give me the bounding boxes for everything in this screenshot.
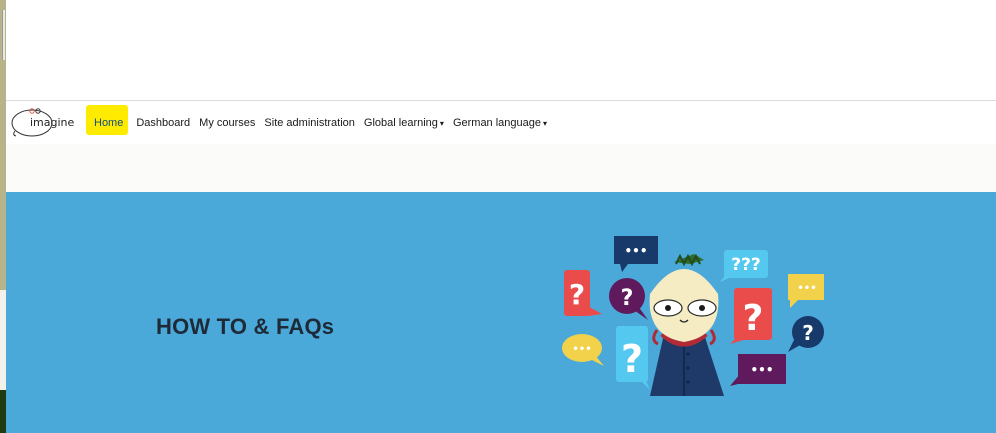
nav-item-site-administration[interactable]: Site administration (264, 117, 355, 129)
mascot-character (649, 253, 724, 396)
svg-text:?: ? (743, 298, 764, 339)
faq-illustration: ••• ??? ? ? ••• ? ? ••• ? ••• (562, 236, 824, 396)
speech-bubble-icon: ••• (562, 334, 604, 366)
navbar: imagine Home Dashboard My courses Site a… (6, 100, 996, 159)
chevron-down-icon: ▾ (543, 119, 548, 128)
question-bubble-icon: ? (609, 278, 648, 320)
svg-text:?: ? (802, 321, 814, 345)
chevron-down-icon: ▾ (439, 119, 444, 128)
primary-navigation: Home Dashboard My courses Site administr… (86, 101, 547, 159)
svg-text:?: ? (621, 337, 643, 381)
svg-text:•••: ••• (624, 244, 647, 258)
top-blank-area (6, 0, 996, 100)
logo-text: imagine (30, 116, 75, 129)
nav-item-label: German language (452, 117, 541, 129)
nav-item-my-courses[interactable]: My courses (199, 117, 255, 129)
nav-item-home[interactable]: Home (86, 105, 128, 159)
question-bubble-icon: ? (564, 270, 602, 316)
nav-item-dashboard[interactable]: Dashboard (136, 117, 190, 129)
speech-bubble-icon: ??? (720, 250, 768, 282)
nav-item-german-language[interactable]: German language ▾ (453, 117, 547, 129)
question-bubble-icon: ? (730, 288, 772, 344)
question-bubble-icon: ? (616, 326, 650, 390)
question-bubble-icon: ? (788, 316, 824, 352)
svg-text:?: ? (621, 286, 634, 311)
nav-item-label: My courses (199, 117, 256, 129)
svg-text:•••: ••• (750, 363, 773, 377)
page-title: HOW TO & FAQs (156, 314, 335, 339)
speech-bubble-icon: ••• (614, 236, 658, 272)
nav-item-label: Dashboard (136, 117, 191, 129)
svg-text:•••: ••• (572, 344, 591, 355)
page-header-band (6, 144, 996, 192)
svg-text:?: ? (569, 278, 585, 311)
scrollbar-handle[interactable] (2, 10, 5, 60)
svg-text:???: ??? (731, 255, 761, 275)
speech-bubble-icon: ••• (788, 274, 824, 308)
site-logo[interactable]: imagine (10, 105, 74, 139)
nav-item-global-learning[interactable]: Global learning ▾ (364, 117, 444, 129)
svg-text:•••: ••• (797, 283, 816, 294)
nav-item-label: Site administration (264, 117, 355, 129)
nav-item-label: Home (94, 117, 124, 129)
nav-item-label: Global learning (363, 117, 438, 129)
speech-bubble-icon: ••• (730, 354, 786, 386)
hero-banner: HOW TO & FAQs ••• ??? ? ? ••• ? ? ••• ? … (6, 192, 996, 433)
